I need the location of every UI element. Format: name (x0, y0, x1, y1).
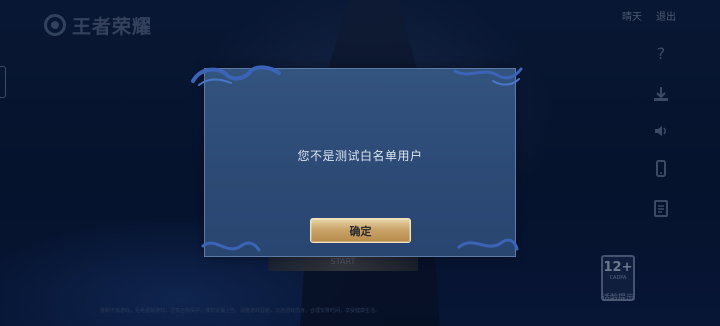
bottom-left-swirl-icon (201, 241, 261, 252)
top-left-swirl-icon (191, 65, 281, 86)
confirm-button[interactable]: 确定 (310, 218, 411, 243)
top-right-swirl-icon (453, 67, 523, 86)
dialog-message: 您不是测试白名单用户 (297, 149, 423, 163)
alert-dialog: 您不是测试白名单用户 确定 (191, 65, 523, 257)
bottom-right-swirl-icon (457, 238, 519, 251)
